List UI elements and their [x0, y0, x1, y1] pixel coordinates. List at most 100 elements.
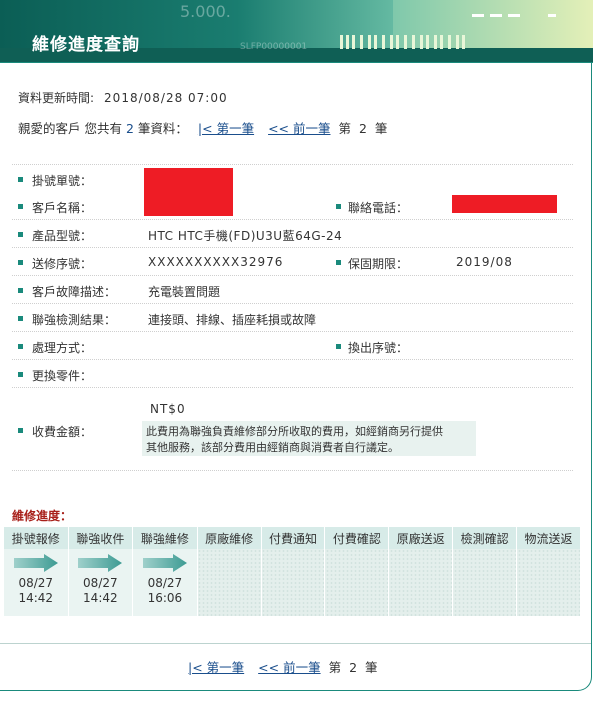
bullet-icon	[18, 204, 23, 209]
bullet-icon	[18, 316, 23, 321]
step-header: 聯強收件	[68, 527, 134, 549]
page-prefix: 第	[338, 121, 351, 136]
step-header: 聯強維修	[132, 527, 198, 549]
step-header: 原廠送返	[388, 527, 454, 549]
step-cell: 08/27 16:06	[132, 549, 198, 616]
step-cell	[197, 549, 262, 616]
prev-record-link-bottom[interactable]: << 前一筆	[258, 660, 320, 675]
step-header: 掛號報修	[4, 527, 69, 549]
update-label: 資料更新時間:	[18, 91, 95, 105]
parts-label: 更換零件：	[32, 369, 93, 383]
page-suffix: 筆	[365, 660, 378, 675]
fee-note: 此費用為聯強負責維修部分所收取的費用，如經銷商另行提供 其他服務，該部分費用由經…	[142, 421, 476, 456]
bullet-icon	[336, 260, 341, 265]
inspection-value: 連接頭、排線、插座耗損或故障	[148, 313, 317, 327]
records-prefix: 親愛的客戶 您共有	[18, 121, 122, 136]
fee-note-line1: 此費用為聯強負責維修部分所收取的費用，如經銷商另行提供	[146, 425, 443, 438]
phone-label: 聯絡電話：	[348, 201, 409, 215]
bullet-icon	[336, 344, 341, 349]
row-fee: 收費金額： NT$0 此費用為聯強負責維修部分所收取的費用，如經銷商另行提供 其…	[12, 387, 573, 468]
fee-value: NT$0	[150, 402, 186, 416]
bullet-icon	[18, 344, 23, 349]
records-suffix: 筆資料：	[137, 121, 188, 136]
customer-name-label: 客戶名稱：	[32, 201, 93, 215]
row-fault: 客戶故障描述： 充電裝置問題	[12, 275, 573, 303]
records-count: 2	[125, 121, 134, 136]
step-cell	[324, 549, 390, 616]
warranty-value: 2019/08	[456, 255, 513, 269]
bottom-divider	[0, 643, 591, 644]
step-date: 08/27	[147, 576, 183, 590]
step-header: 物流送返	[516, 527, 581, 549]
replace-serial-label: 換出序號：	[348, 341, 409, 355]
header-decor-text: 5.000.	[180, 2, 231, 21]
page-prefix: 第	[328, 660, 342, 675]
prev-record-link[interactable]: << 前一筆	[268, 121, 330, 136]
step-cell	[452, 549, 518, 616]
first-record-link[interactable]: |< 第一筆	[198, 121, 254, 136]
arrow-right-icon	[142, 554, 187, 572]
row-model: 產品型號： HTC HTC手機(FD)U3U藍64G-24	[12, 219, 573, 247]
update-value: 2018/08/28 07:00	[104, 91, 228, 105]
row-serial: 送修序號： XXXXXXXXXX32976 保固期限： 2019/08	[12, 247, 573, 275]
row-inspection: 聯強檢測結果： 連接頭、排線、插座耗損或故障	[12, 303, 573, 331]
fault-value: 充電裝置問題	[148, 285, 221, 299]
inspection-label: 聯強檢測結果：	[32, 313, 117, 327]
progress-status-row: 08/27 14:42 08/27 14:42 08/27 16:06	[4, 549, 581, 616]
arrow-right-icon	[13, 554, 58, 572]
warranty-label: 保固期限：	[348, 257, 409, 271]
bullet-icon	[336, 204, 341, 209]
first-record-link-bottom[interactable]: |< 第一筆	[188, 660, 244, 675]
row-handling: 處理方式： 換出序號：	[12, 331, 573, 359]
progress-table: 掛號報修 聯強收件 聯強維修 原廠維修 付費通知 付費確認 原廠送返 檢測確認 …	[4, 527, 581, 616]
header-divider	[0, 62, 593, 63]
step-time: 14:42	[18, 591, 54, 605]
detail-table: 掛號單號： 客戶名稱： 聯絡電話： 產品型號： HTC HTC手機(FD)U3U…	[12, 164, 573, 468]
serial-value: XXXXXXXXXX32976	[148, 255, 284, 269]
step-time: 16:06	[147, 591, 183, 605]
bullet-icon	[18, 260, 23, 265]
row-customer: 客戶名稱： 聯絡電話：	[12, 192, 573, 219]
page-number: 2	[349, 660, 358, 675]
header-decor-text-2: SLFP00000001	[240, 42, 308, 52]
step-header: 檢測確認	[452, 527, 518, 549]
model-value: HTC HTC手機(FD)U3U藍64G-24	[148, 229, 343, 243]
bottom-record-navigation: |< 第一筆 << 前一筆 第 2 筆	[188, 657, 378, 676]
step-header: 付費確認	[324, 527, 390, 549]
bullet-icon	[18, 428, 23, 433]
page-title: 維修進度查詢	[32, 35, 140, 55]
record-navigation: 親愛的客戶 您共有 2 筆資料： |< 第一筆 << 前一筆 第 2 筆	[18, 118, 387, 137]
bullet-icon	[18, 372, 23, 377]
redacted-block	[144, 168, 233, 192]
fee-label: 收費金額：	[32, 425, 93, 439]
step-time: 14:42	[83, 591, 118, 605]
step-cell	[388, 549, 454, 616]
page-number: 2	[358, 121, 367, 136]
bullet-icon	[18, 177, 23, 182]
fault-label: 客戶故障描述：	[32, 285, 117, 299]
row-case-no: 掛號單號：	[12, 164, 573, 192]
step-header: 付費通知	[261, 527, 326, 549]
step-date: 08/27	[83, 576, 118, 590]
row-parts: 更換零件：	[12, 359, 573, 387]
page-header: 5.000. SLFP00000001 維修進度查詢	[0, 0, 593, 62]
step-date: 08/27	[18, 576, 54, 590]
page-suffix: 筆	[374, 121, 388, 136]
redacted-block	[452, 195, 557, 213]
detail-divider	[12, 470, 573, 471]
step-cell	[516, 549, 581, 616]
case-no-label: 掛號單號：	[32, 174, 93, 188]
arrow-right-icon	[78, 554, 123, 572]
progress-header-row: 掛號報修 聯強收件 聯強維修 原廠維修 付費通知 付費確認 原廠送返 檢測確認 …	[4, 527, 581, 549]
update-time: 資料更新時間: 2018/08/28 07:00	[18, 89, 228, 106]
step-cell: 08/27 14:42	[68, 549, 134, 616]
step-cell: 08/27 14:42	[4, 549, 69, 616]
model-label: 產品型號：	[32, 229, 93, 243]
bullet-icon	[18, 288, 23, 293]
progress-title: 維修進度：	[12, 509, 73, 523]
handling-label: 處理方式：	[32, 341, 93, 355]
bullet-icon	[18, 232, 23, 237]
serial-label: 送修序號：	[32, 257, 93, 271]
fee-note-line2: 其他服務，該部分費用由經銷商與消費者自行議定。	[146, 441, 399, 454]
step-cell	[261, 549, 326, 616]
